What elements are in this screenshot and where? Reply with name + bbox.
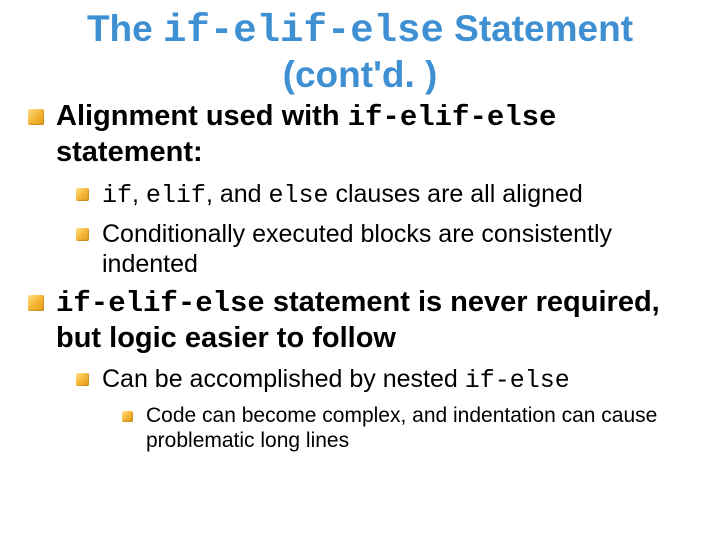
code: if-elif-else: [348, 101, 557, 134]
bullet-list-level1: Alignment used with if-elif-else stateme…: [28, 99, 692, 453]
bullet-list-level3: Code can become complex, and indentation…: [122, 404, 692, 454]
text: Code can become complex, and indentation…: [146, 404, 657, 452]
text: , and: [206, 180, 269, 208]
text: Can be accomplished by nested: [102, 365, 465, 393]
code: elif: [146, 181, 206, 210]
title-code: if-elif-else: [163, 9, 444, 53]
bullet-consistent-indent: Conditionally executed blocks are consis…: [76, 220, 692, 279]
title-pre: The: [87, 8, 163, 49]
code: else: [269, 181, 329, 210]
text: Alignment used with: [56, 100, 348, 132]
text: ,: [132, 180, 146, 208]
bullet-alignment: Alignment used with if-elif-else stateme…: [28, 99, 692, 279]
text: Conditionally executed blocks are consis…: [102, 220, 612, 278]
slide: The if-elif-else Statement (cont'd. ) Al…: [0, 0, 720, 540]
title-line2: (cont'd. ): [283, 54, 438, 95]
title-post: Statement: [444, 8, 633, 49]
code: if: [102, 181, 132, 210]
text: clauses are all aligned: [329, 180, 583, 208]
slide-title: The if-elif-else Statement (cont'd. ): [28, 8, 692, 95]
bullet-complex-indentation: Code can become complex, and indentation…: [122, 404, 692, 454]
slide-body: Alignment used with if-elif-else stateme…: [28, 99, 692, 453]
bullet-never-required: if-elif-else statement is never required…: [28, 285, 692, 453]
bullet-nested-if-else: Can be accomplished by nested if-else Co…: [76, 365, 692, 453]
bullet-clauses-aligned: if, elif, and else clauses are all align…: [76, 180, 692, 211]
code: if-else: [465, 366, 570, 395]
code: if-elif-else: [56, 287, 265, 320]
bullet-list-level2: if, elif, and else clauses are all align…: [76, 180, 692, 280]
bullet-list-level2: Can be accomplished by nested if-else Co…: [76, 365, 692, 453]
text: statement:: [56, 136, 203, 168]
